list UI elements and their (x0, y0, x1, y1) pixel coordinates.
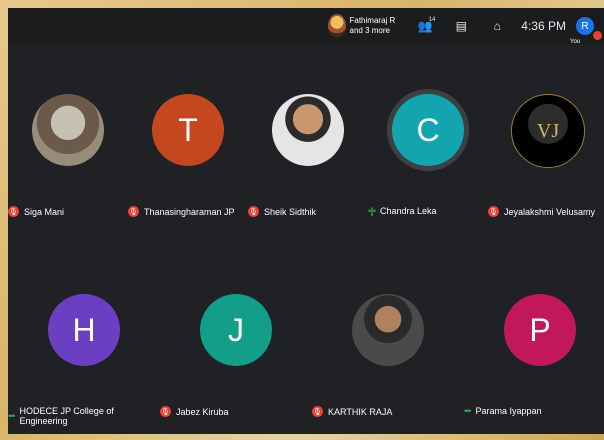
participant-name: Jeyalakshmi Velusamy (504, 206, 596, 217)
participant-name: Sheik Sidthik (264, 206, 317, 217)
audio-indicator-icon: ••• (464, 406, 472, 416)
participant-name-row: ••• Parama Iyappan (464, 406, 604, 416)
participant-name-row: •||• Chandra Leka (368, 206, 488, 216)
participant-avatar: C (392, 94, 464, 166)
chat-icon[interactable]: ▤ (443, 19, 479, 33)
participant-name: Parama Iyappan (475, 406, 542, 416)
participant-tile[interactable]: T 🎙 Thanasingharaman JP (128, 64, 248, 224)
participant-grid-row1: 🎙 Siga Mani T 🎙 Thanasingharaman JP 🎙 Sh… (8, 64, 604, 224)
participant-grid-row2: H ••• HODECE JP College of Engineering J… (8, 264, 604, 426)
participant-name: KARTHIK RAJA (328, 406, 393, 417)
participant-initial: H (72, 311, 96, 348)
participant-avatar: P (504, 294, 576, 366)
mic-off-icon: 🎙 (488, 206, 499, 217)
participant-name: HODECE JP College of Engineering (19, 406, 114, 426)
activities-icon[interactable]: ⌂ (479, 19, 515, 33)
participant-avatar: H (48, 294, 120, 366)
participant-tile[interactable]: 🎙 Siga Mani (8, 64, 128, 224)
people-icon[interactable]: 👥 14 (407, 17, 443, 33)
participant-avatar (352, 294, 424, 366)
participant-name-row: 🎙 Jeyalakshmi Velusamy (488, 206, 604, 217)
participant-tile[interactable]: VJ 🎙 Jeyalakshmi Velusamy (488, 64, 604, 224)
participant-tile[interactable]: C •||• Chandra Leka (368, 64, 488, 224)
notification-badge (593, 31, 602, 40)
mic-off-icon: 🎙 (160, 406, 171, 417)
participant-name-row: 🎙 Thanasingharaman JP (128, 206, 248, 217)
participant-name-row: 🎙 KARTHIK RAJA (312, 406, 464, 417)
participant-avatar: J (200, 294, 272, 366)
participant-name: Chandra Leka (379, 206, 437, 216)
participant-name: Jabez Kiruba (176, 406, 229, 417)
presenter-text: Fathimaraj R and 3 more (350, 16, 396, 36)
participant-tile[interactable]: P ••• Parama Iyappan (464, 264, 604, 424)
participant-name: Siga Mani (24, 206, 65, 217)
self-avatar[interactable]: R You (570, 17, 602, 45)
participant-name-row: 🎙 Sheik Sidthik (248, 206, 368, 217)
monogram-logo: VJ (536, 119, 560, 142)
people-count: 14 (428, 17, 436, 23)
participant-tile[interactable]: 🎙 KARTHIK RAJA (312, 264, 464, 424)
self-label: You (570, 39, 581, 45)
meeting-window: Fathimaraj R and 3 more 👥 14 ▤ ⌂ 4:36 PM … (8, 8, 604, 434)
participant-name: Thanasingharaman JP (144, 206, 235, 217)
presenter-chip[interactable]: Fathimaraj R and 3 more (327, 11, 396, 41)
mic-off-icon: 🎙 (248, 206, 259, 217)
presenter-name: Fathimaraj R (349, 16, 396, 25)
participant-avatar (272, 94, 344, 166)
participant-initial: C (416, 111, 440, 148)
participant-name-row: 🎙 Siga Mani (8, 206, 128, 217)
speaking-icon: •||• (368, 206, 376, 216)
participant-name-row: ••• HODECE JP College of Engineering (8, 406, 160, 426)
participant-tile[interactable]: H ••• HODECE JP College of Engineering (8, 264, 160, 426)
participant-avatar (32, 94, 104, 166)
presenter-others: and 3 more (349, 26, 390, 35)
audio-indicator-icon: ••• (8, 411, 16, 421)
clock: 4:36 PM (521, 19, 566, 33)
participant-avatar: VJ (511, 94, 585, 168)
mic-off-icon: 🎙 (8, 206, 19, 217)
presenter-avatar (327, 14, 346, 38)
participant-initial: P (529, 311, 551, 348)
top-bar: Fathimaraj R and 3 more 👥 14 ▤ ⌂ 4:36 PM … (8, 8, 604, 45)
participant-initial: J (228, 311, 244, 348)
mic-off-icon: 🎙 (128, 206, 139, 217)
participant-avatar: T (152, 94, 224, 166)
self-initial: R (581, 20, 589, 32)
participant-initial: T (178, 111, 198, 148)
mic-off-icon: 🎙 (312, 406, 323, 417)
participant-tile[interactable]: 🎙 Sheik Sidthik (248, 64, 368, 224)
participant-name-row: 🎙 Jabez Kiruba (160, 406, 312, 417)
participant-tile[interactable]: J 🎙 Jabez Kiruba (160, 264, 312, 424)
